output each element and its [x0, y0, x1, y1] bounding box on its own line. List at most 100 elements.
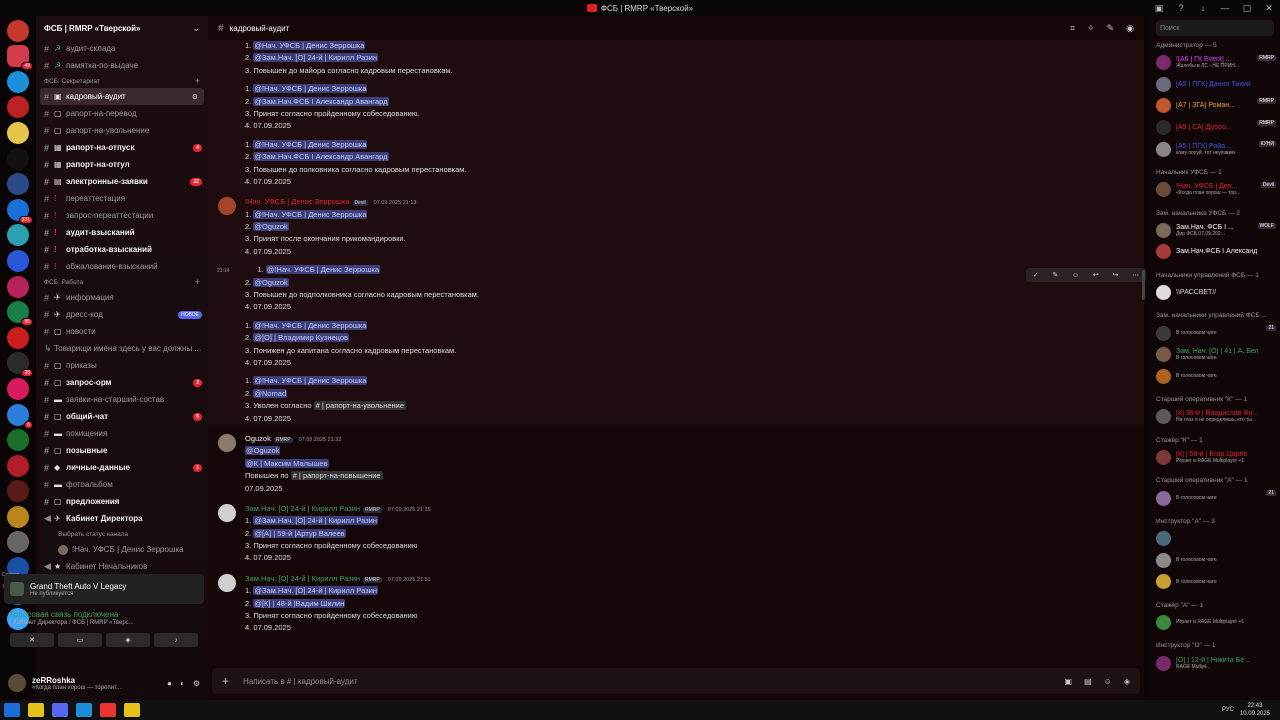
member-item[interactable]: Играет в RAGE Multiplayer +1	[1150, 612, 1280, 634]
channel-item[interactable]: # ▦ рапорт-на-отпуск 4	[36, 139, 208, 156]
member-item[interactable]: Зам. Нач. [О] | 41 | А. Бел... В голосово…	[1150, 344, 1280, 366]
soundboard-button[interactable]: ♪	[154, 633, 198, 647]
windows-icon[interactable]	[4, 703, 20, 717]
edit-icon[interactable]: ✎	[1052, 271, 1058, 279]
channel-item[interactable]: #! запрос-переаттестации	[36, 207, 208, 224]
more-icon[interactable]: ⋯	[1132, 271, 1139, 279]
server-icon[interactable]	[7, 429, 29, 452]
pin-icon[interactable]: ✎	[1107, 23, 1115, 34]
threads-icon[interactable]: ⌗	[1070, 23, 1075, 34]
channel-item[interactable]: # ▢ новости	[36, 323, 208, 340]
channel-item[interactable]: #! переаттестация	[36, 190, 208, 207]
member-item[interactable]: В голосовом чате 21	[1150, 487, 1280, 509]
member-item[interactable]: В голосовом чате	[1150, 366, 1280, 388]
category-header[interactable]: ФСБ: Секретариат +	[36, 74, 208, 88]
server-icon[interactable]: 6	[7, 403, 33, 429]
server-icon[interactable]: 28	[7, 352, 33, 378]
channel-item[interactable]: # ▢ приказы	[36, 357, 208, 374]
member-item[interactable]	[1150, 528, 1280, 550]
server-icon[interactable]	[7, 531, 29, 554]
channel-item[interactable]: # ◆ личные-данные 1	[36, 459, 208, 476]
gift-icon[interactable]: ▣	[1065, 677, 1073, 686]
channel-item[interactable]: # ▣ кадровый-аудит ⚙	[40, 88, 204, 105]
server-icon[interactable]	[7, 121, 29, 144]
lang[interactable]: РУС	[1222, 707, 1234, 713]
server-icon[interactable]	[7, 70, 29, 93]
member-item[interactable]: [A9 | СА] Дубро... RMRP	[1150, 117, 1280, 139]
files-icon[interactable]	[28, 703, 44, 717]
server-icon[interactable]	[7, 505, 29, 528]
plus-icon[interactable]: +	[222, 674, 229, 688]
channel-item[interactable]: # ✈ информация	[36, 289, 208, 306]
gif-icon[interactable]: ▤	[1084, 677, 1092, 686]
member-item[interactable]: [О] | 12-й | Никита Бе... RAGE Multipl...	[1150, 652, 1280, 674]
channel-item[interactable]: # ▦ рапорт-на-отгул	[36, 156, 208, 173]
check-icon[interactable]: ✓	[1033, 271, 1039, 279]
server-icon[interactable]: 331	[7, 198, 33, 224]
headphones-icon[interactable]: ◐	[180, 679, 185, 688]
author-name[interactable]: Зам.Нач. [О] 24-й | Кирилл Разин	[245, 574, 360, 583]
voice-channel[interactable]: | Кабинет Директора / ФСБ | RMRP «Тверс.…	[10, 620, 198, 626]
server-icon[interactable]	[7, 19, 29, 42]
voice-user[interactable]: !Нач. УФСБ | Денис Зеррошка	[36, 541, 208, 558]
channel-item[interactable]: # ▢ предложения	[36, 493, 208, 510]
server-icon[interactable]	[7, 147, 29, 170]
avatar[interactable]	[218, 573, 236, 592]
server-icon[interactable]	[7, 326, 29, 349]
message-input[interactable]: + Написать в # | кадровый-аудит ▣ ▤ ☺ ◈	[212, 668, 1140, 694]
server-icon[interactable]	[7, 173, 29, 196]
server-icon[interactable]	[7, 275, 29, 298]
channel-item[interactable]: #! аудит-взысканий	[36, 224, 208, 241]
channel-status-hint[interactable]: Выбрать статус канала	[36, 527, 208, 541]
server-icon[interactable]	[7, 224, 29, 247]
channel-item[interactable]: # ▢ рапорт-на-перевод	[36, 105, 208, 122]
channel-item[interactable]: # ▢ рапорт-на-увольнение	[36, 122, 208, 139]
avatar[interactable]	[218, 503, 236, 522]
settings-icon[interactable]: ⚙	[192, 93, 198, 101]
avatar[interactable]	[8, 674, 26, 692]
member-item[interactable]: [A5 | ПГК] Данил Тихий	[1150, 74, 1280, 96]
react-icon[interactable]: ☺	[1072, 272, 1079, 279]
channel-item[interactable]: ↳ Товарищи имена здесь у вас должны ...	[36, 340, 208, 357]
server-icon[interactable]	[7, 454, 29, 477]
channel-item[interactable]: ◀ ✈ Кабинет Директора	[36, 510, 208, 527]
category-header[interactable]: ФСБ: Работа +	[36, 275, 208, 289]
member-item[interactable]: Зам.Нач.ФСБ I Александ...	[1150, 241, 1280, 263]
member-item[interactable]: В голосовом чате	[1150, 550, 1280, 572]
channel-item[interactable]: # ▬ фотоальбом	[36, 476, 208, 493]
avatar[interactable]	[218, 433, 236, 452]
channel-item[interactable]: #! отработка-взысканий	[36, 241, 208, 258]
channel-item[interactable]: # ☭ аудит-склада	[36, 40, 208, 57]
activity-button[interactable]: ◈	[106, 633, 150, 647]
server-icon[interactable]: 95	[7, 301, 33, 327]
download-icon[interactable]: ↓	[1192, 0, 1214, 16]
server-icon[interactable]	[7, 377, 29, 400]
reply-icon[interactable]: ↩	[1093, 271, 1099, 279]
plus-icon[interactable]: +	[195, 76, 200, 86]
screen-share-button[interactable]: ▭	[58, 633, 102, 647]
browser-icon[interactable]	[76, 703, 92, 717]
server-icon[interactable]	[7, 249, 29, 272]
mic-icon[interactable]: ●	[167, 679, 172, 688]
plus-icon[interactable]: +	[195, 277, 200, 287]
help-icon[interactable]: ?	[1170, 0, 1192, 16]
author-name[interactable]: Oguzok	[245, 434, 271, 443]
scrollbar[interactable]	[1142, 270, 1145, 300]
inbox-icon[interactable]: ▣	[1148, 0, 1170, 16]
member-item[interactable]: В голосовом чате 21	[1150, 322, 1280, 344]
close-button[interactable]: ✕	[1258, 0, 1280, 16]
member-item[interactable]: [К] | 58-й | Егор Царёв Играет в RAGE Mul…	[1150, 447, 1280, 469]
settings-icon[interactable]: ⚙	[193, 679, 200, 688]
channel-item[interactable]: # ▢ общий-чат 6	[36, 408, 208, 425]
member-item[interactable]: !Нач. УФСБ | Ден... «Когда план хорош — т…	[1150, 179, 1280, 201]
server-header[interactable]: ФСБ | RMRP «Тверской» ⌄	[36, 16, 208, 40]
channel-item[interactable]: ◀ ★ Кабинет Начальников	[36, 558, 208, 575]
member-item[interactable]: В голосовом чате	[1150, 571, 1280, 593]
members-icon[interactable]: ◉	[1126, 23, 1134, 34]
yandex-icon[interactable]	[100, 703, 116, 717]
channel-item[interactable]: # ☭ памятка-по-выдаче	[36, 57, 208, 74]
author-name[interactable]: !Нач. УФСБ | Денис Зеррошка	[245, 197, 350, 206]
camera-off-button[interactable]: ✕	[10, 633, 54, 647]
member-item[interactable]: Зам.Нач. ФСБ I ... Дир ФСБ 07.09.202... WO…	[1150, 220, 1280, 242]
member-item[interactable]: ![A6 | ГК Event] ... Жалобы в ЛС - НЕ ПРИ…	[1150, 52, 1280, 74]
